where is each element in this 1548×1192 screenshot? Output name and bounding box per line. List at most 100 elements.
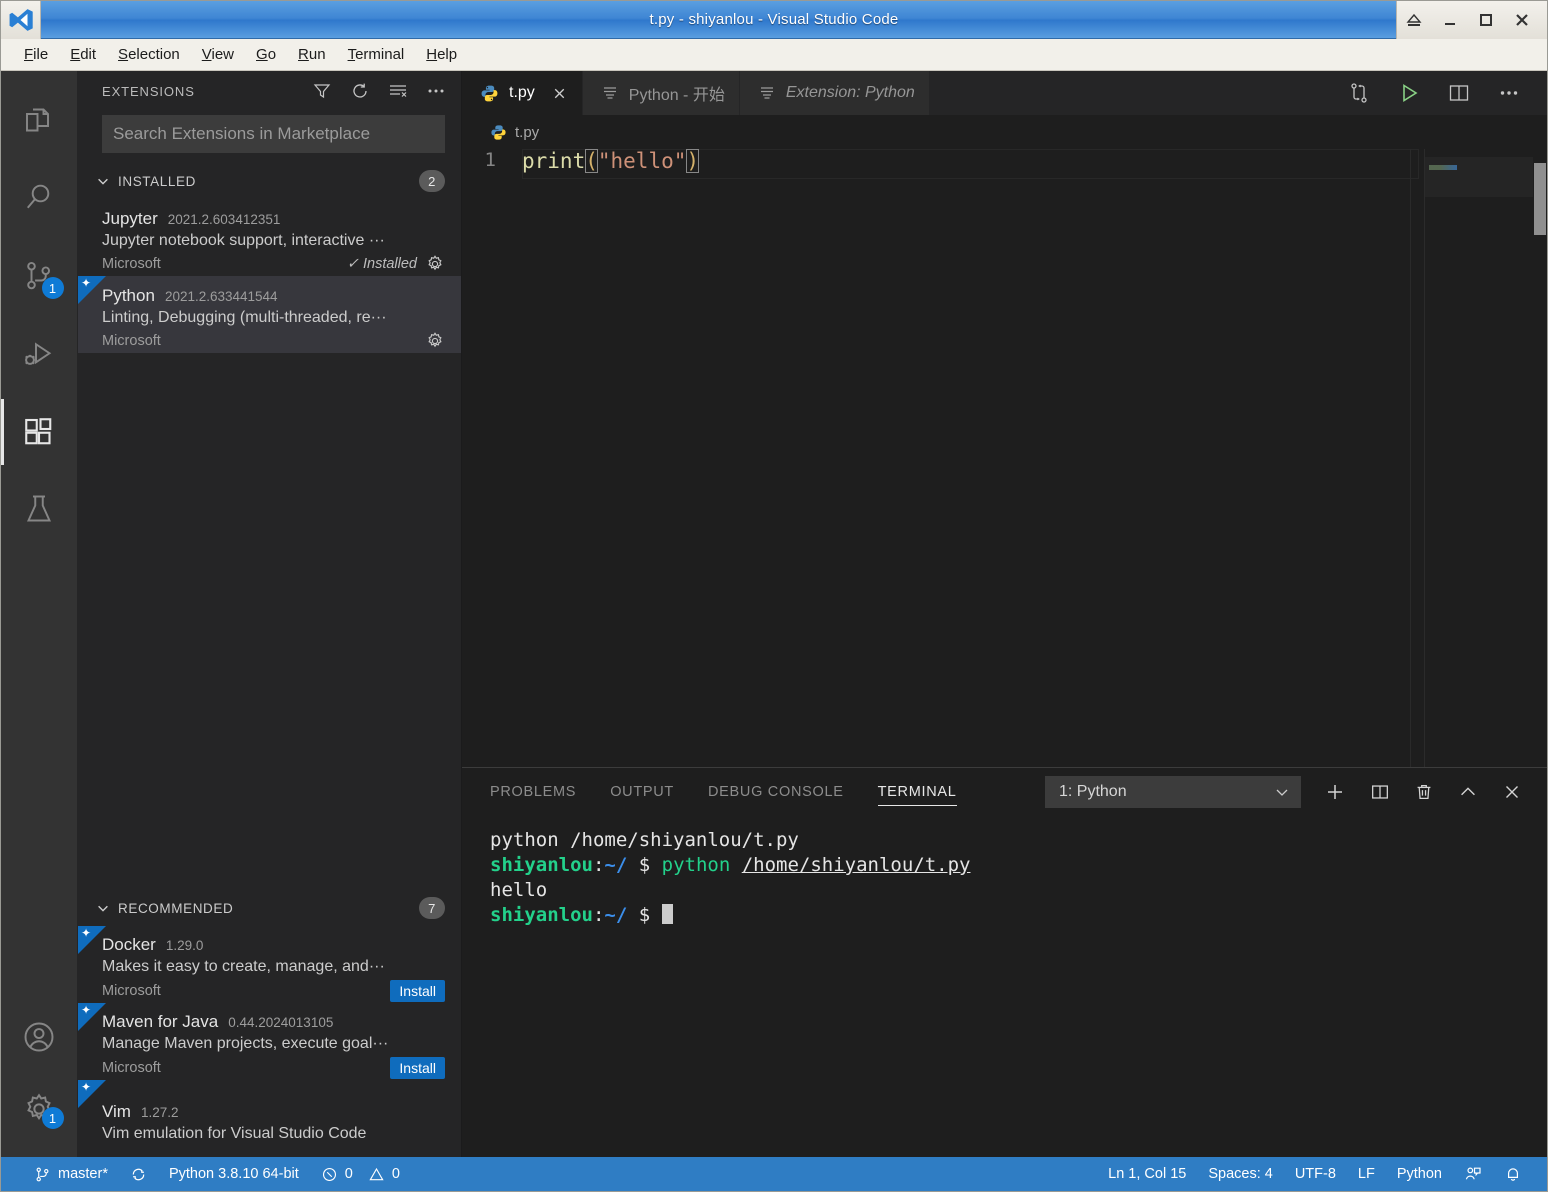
menu-selection[interactable]: Selection [107, 43, 191, 66]
app-icon[interactable] [1, 0, 41, 39]
walkthrough-icon [601, 84, 619, 102]
status-feedback[interactable] [1453, 1157, 1493, 1191]
section-title-recommended: RECOMMENDED [118, 900, 234, 916]
more-actions-icon[interactable] [425, 80, 447, 102]
search-input[interactable] [113, 124, 434, 144]
status-remote-branch[interactable]: master* [23, 1157, 119, 1191]
status-editor-language[interactable]: Python [1386, 1157, 1453, 1191]
account-icon [21, 1019, 57, 1055]
sidebar-actions [311, 80, 447, 102]
sidebar-item-run-and-debug[interactable] [1, 315, 78, 393]
maximize-panel-icon[interactable] [1457, 781, 1479, 803]
status-notifications[interactable] [1493, 1157, 1533, 1191]
more-editor-actions-icon[interactable] [1497, 81, 1521, 105]
section-header-recommended[interactable]: RECOMMENDED 7 [78, 890, 461, 926]
editor-scrollbar-thumb[interactable] [1534, 163, 1546, 235]
menu-edit[interactable]: Edit [59, 43, 107, 66]
extension-item-docker[interactable]: ✦ Docker 1.29.0 Makes it easy to create,… [78, 926, 461, 1003]
status-editor-eol[interactable]: LF [1347, 1157, 1386, 1191]
settings-button[interactable]: 1 [1, 1073, 78, 1145]
sidebar-item-extensions[interactable] [0, 393, 78, 471]
split-terminal-icon[interactable] [1369, 781, 1391, 803]
tab-terminal[interactable]: TERMINAL [877, 768, 957, 816]
menu-view[interactable]: View [191, 43, 245, 66]
refresh-icon[interactable] [349, 80, 371, 102]
kill-terminal-icon[interactable] [1413, 781, 1435, 803]
terminal-colon: : [592, 854, 605, 876]
new-terminal-icon[interactable] [1323, 780, 1347, 804]
extension-gear-icon[interactable] [425, 331, 445, 351]
terminal-dollar: $ [627, 854, 662, 876]
filter-icon[interactable] [311, 80, 333, 102]
eject-icon[interactable] [1397, 2, 1431, 38]
close-icon[interactable] [1505, 2, 1539, 38]
terminal-text: hello [490, 879, 548, 901]
extension-item-jupyter[interactable]: Jupyter 2021.2.603412351 Jupyter noteboo… [78, 199, 461, 276]
tab-problems[interactable]: PROBLEMS [490, 768, 576, 816]
menu-run[interactable]: Run [287, 43, 337, 66]
tab-debug-console[interactable]: DEBUG CONSOLE [708, 768, 844, 816]
status-indentation-label: Spaces: 4 [1208, 1166, 1273, 1182]
sidebar-item-explorer[interactable] [1, 81, 78, 159]
extension-item-maven-for-java[interactable]: ✦ Maven for Java 0.44.2024013105 Manage … [78, 1003, 461, 1080]
extension-item-python[interactable]: ✦ Python 2021.2.633441544 Linting, Debug… [78, 276, 461, 353]
maximize-icon[interactable] [1469, 2, 1503, 38]
status-bar: master* Python 3.8.10 64-bit 0 0 Ln 1, C… [1, 1157, 1547, 1191]
extension-item-vim[interactable]: ✦ Vim 1.27.2 Vim emulation for Visual St… [78, 1080, 461, 1157]
sidebar-item-search[interactable] [1, 159, 78, 237]
minimize-icon[interactable] [1433, 2, 1467, 38]
section-header-installed[interactable]: INSTALLED 2 [78, 163, 461, 199]
menu-help[interactable]: Help [415, 43, 468, 66]
extension-publisher: Microsoft [102, 983, 161, 999]
minimap-slider[interactable] [1425, 157, 1533, 197]
search-extensions-box[interactable] [102, 115, 445, 153]
clear-search-results-icon[interactable] [387, 80, 409, 102]
python-file-icon [480, 84, 499, 103]
run-python-file-in-dedicated-terminal-icon[interactable] [1347, 81, 1371, 105]
status-eol-label: LF [1357, 1166, 1375, 1182]
extension-title-row: Docker 1.29.0 [102, 935, 445, 955]
menu-file[interactable]: File [13, 43, 59, 66]
close-panel-icon[interactable] [1501, 781, 1523, 803]
terminal-line: shiyanlou:~/ $ python /home/shiyanlou/t.… [490, 853, 1547, 878]
menu-terminal[interactable]: Terminal [337, 43, 416, 66]
tab-extension-python[interactable]: Extension: Python [739, 71, 930, 115]
git-branch-icon [34, 1166, 51, 1183]
extension-description: Linting, Debugging (multi-threaded, re··… [102, 309, 387, 326]
status-sync-changes[interactable] [119, 1157, 158, 1191]
run-python-file-icon[interactable] [1397, 81, 1421, 105]
breadcrumb[interactable]: t.py [462, 115, 1547, 149]
status-editor-encoding[interactable]: UTF-8 [1284, 1157, 1347, 1191]
status-python-interpreter[interactable]: Python 3.8.10 64-bit [158, 1157, 310, 1191]
status-problems[interactable]: 0 0 [310, 1157, 411, 1191]
status-editor-position[interactable]: Ln 1, Col 15 [1097, 1157, 1197, 1191]
extension-publisher: Microsoft [102, 333, 161, 349]
terminal-selector[interactable]: 1: Python [1045, 776, 1301, 808]
install-button[interactable]: Install [390, 979, 445, 1003]
terminal-output[interactable]: python /home/shiyanlou/t.py shiyanlou:~/… [462, 816, 1547, 1157]
install-button[interactable]: Install [390, 1056, 445, 1080]
editor-scrollbar[interactable] [1533, 149, 1547, 767]
minimap[interactable] [1425, 149, 1533, 767]
code-editor[interactable]: 1 print("hello") [462, 149, 1547, 767]
chevron-down-icon [1273, 783, 1291, 801]
tab-output[interactable]: OUTPUT [610, 768, 674, 816]
accounts-button[interactable] [1, 1001, 78, 1073]
search-extensions-wrap [78, 111, 461, 163]
warning-icon [368, 1166, 385, 1183]
editor-area: t.py Python - 开始 Extension: Python t.py … [462, 71, 1547, 1157]
sidebar-item-source-control[interactable]: 1 [1, 237, 78, 315]
tab-python-walkthrough[interactable]: Python - 开始 [582, 71, 740, 115]
close-icon[interactable] [551, 85, 568, 102]
extension-gear-icon[interactable] [425, 254, 445, 274]
terminal-dollar: $ [627, 904, 662, 926]
sidebar-item-testing[interactable] [1, 471, 78, 549]
status-editor-indentation[interactable]: Spaces: 4 [1197, 1157, 1284, 1191]
split-editor-icon[interactable] [1447, 81, 1471, 105]
terminal-arg[interactable]: /home/shiyanlou/t.py [742, 854, 971, 876]
extension-description: Vim emulation for Visual Studio Code [102, 1125, 367, 1142]
code-content[interactable]: print("hello") [522, 149, 700, 173]
menu-go[interactable]: Go [245, 43, 287, 66]
extension-version: 2021.2.603412351 [167, 212, 281, 227]
tab-t-py[interactable]: t.py [462, 71, 583, 115]
